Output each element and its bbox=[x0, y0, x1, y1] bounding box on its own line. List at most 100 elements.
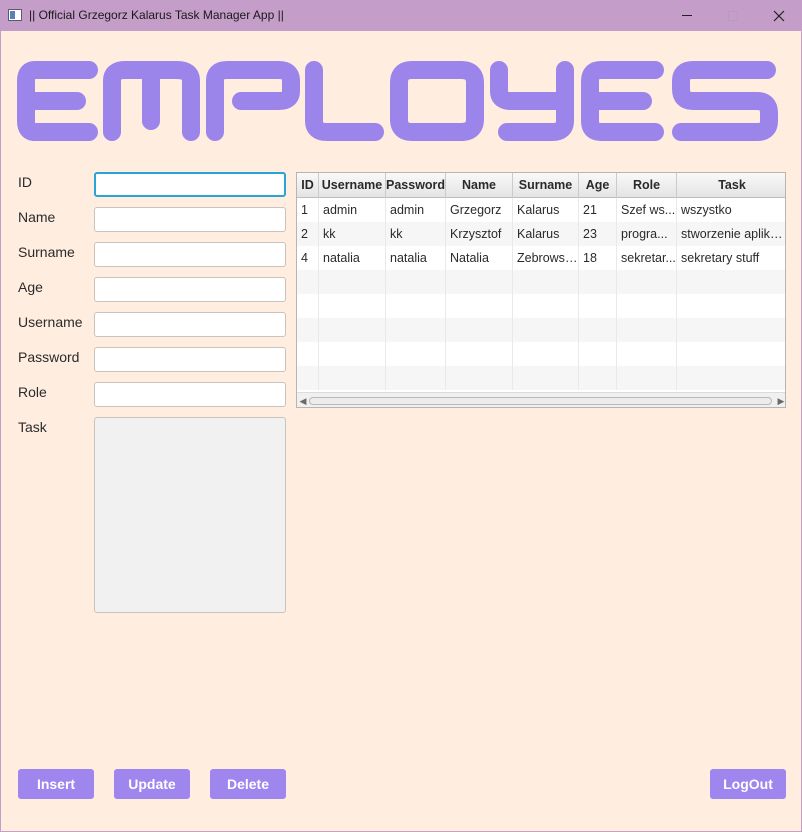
empty-cell bbox=[446, 294, 513, 318]
column-header-surname[interactable]: Surname bbox=[513, 173, 579, 198]
cell-password: admin bbox=[386, 198, 446, 222]
empty-cell bbox=[677, 270, 785, 294]
empty-row bbox=[297, 270, 785, 294]
empty-cell bbox=[386, 294, 446, 318]
empty-cell bbox=[297, 294, 319, 318]
scroll-right-icon[interactable]: ▶ bbox=[776, 395, 785, 407]
empty-cell bbox=[446, 270, 513, 294]
employees-banner bbox=[17, 61, 778, 141]
column-header-id[interactable]: ID bbox=[297, 173, 319, 198]
cell-age: 23 bbox=[579, 222, 617, 246]
age-field[interactable] bbox=[94, 277, 286, 302]
scroll-left-icon[interactable]: ◀ bbox=[298, 395, 308, 407]
title-bar: || Official Grzegorz Kalarus Task Manage… bbox=[0, 0, 802, 31]
empty-cell bbox=[617, 294, 677, 318]
cell-role: sekretar... bbox=[617, 246, 677, 270]
empty-cell bbox=[319, 294, 386, 318]
empty-cell bbox=[297, 342, 319, 366]
cell-name: Natalia bbox=[446, 246, 513, 270]
cell-id: 4 bbox=[297, 246, 319, 270]
empty-cell bbox=[579, 342, 617, 366]
empty-cell bbox=[319, 366, 386, 390]
table-row[interactable]: 1 admin admin Grzegorz Kalarus 21 Szef w… bbox=[297, 198, 785, 222]
delete-button[interactable]: Delete bbox=[210, 769, 286, 799]
cell-task: sekretary stuff bbox=[681, 251, 760, 265]
empty-row bbox=[297, 342, 785, 366]
empty-cell bbox=[446, 318, 513, 342]
column-header-name[interactable]: Name bbox=[446, 173, 513, 198]
role-label: Role bbox=[18, 384, 47, 400]
cell-surname: Zebrowska bbox=[513, 246, 579, 270]
name-field[interactable] bbox=[94, 207, 286, 232]
cell-id: 1 bbox=[297, 198, 319, 222]
empty-cell bbox=[319, 270, 386, 294]
update-button[interactable]: Update bbox=[114, 769, 190, 799]
insert-button[interactable]: Insert bbox=[18, 769, 94, 799]
id-label: ID bbox=[18, 174, 32, 190]
minimize-button[interactable] bbox=[664, 0, 710, 31]
empty-cell bbox=[617, 342, 677, 366]
task-label: Task bbox=[18, 419, 47, 435]
empty-row bbox=[297, 366, 785, 390]
close-button[interactable] bbox=[756, 0, 802, 31]
table-header: ID Username Password Name Surname Age Ro… bbox=[297, 173, 785, 198]
empty-cell bbox=[677, 366, 785, 390]
column-header-password[interactable]: Password bbox=[386, 173, 446, 198]
cell-surname: Kalarus bbox=[513, 198, 579, 222]
minimize-icon bbox=[682, 15, 692, 16]
empty-cell bbox=[297, 366, 319, 390]
empty-cell bbox=[677, 318, 785, 342]
cell-age: 18 bbox=[579, 246, 617, 270]
column-header-role[interactable]: Role bbox=[617, 173, 677, 198]
column-header-task[interactable]: Task bbox=[677, 173, 785, 198]
close-icon bbox=[773, 10, 785, 21]
cell-surname: Kalarus bbox=[513, 222, 579, 246]
main-window-content: ID Name Surname Age Username Password Ro… bbox=[1, 31, 801, 831]
password-label: Password bbox=[18, 349, 80, 365]
horizontal-scrollbar[interactable]: ◀ ▶ bbox=[297, 392, 785, 407]
maximize-button[interactable] bbox=[710, 0, 756, 31]
table-row[interactable]: 2 kk kk Krzysztof Kalarus 23 progra... s… bbox=[297, 222, 785, 246]
empty-cell bbox=[513, 342, 579, 366]
empty-cell bbox=[386, 342, 446, 366]
empty-cell bbox=[446, 342, 513, 366]
empty-cell bbox=[617, 366, 677, 390]
cell-id: 2 bbox=[297, 222, 319, 246]
table-row[interactable]: 4 natalia natalia Natalia Zebrowska 18 s… bbox=[297, 246, 785, 270]
employees-table[interactable]: ID Username Password Name Surname Age Ro… bbox=[296, 172, 786, 408]
empty-cell bbox=[579, 318, 617, 342]
cell-password: natalia bbox=[386, 246, 446, 270]
task-textarea[interactable] bbox=[94, 417, 286, 613]
empty-cell bbox=[446, 366, 513, 390]
cell-username: admin bbox=[319, 198, 386, 222]
window-title: || Official Grzegorz Kalarus Task Manage… bbox=[29, 8, 284, 22]
cell-username: kk bbox=[319, 222, 386, 246]
empty-cell bbox=[513, 270, 579, 294]
cell-password: kk bbox=[386, 222, 446, 246]
empty-cell bbox=[579, 270, 617, 294]
surname-label: Surname bbox=[18, 244, 75, 260]
empty-row bbox=[297, 294, 785, 318]
cell-role: progra... bbox=[617, 222, 677, 246]
cell-role: Szef ws... bbox=[617, 198, 677, 222]
empty-cell bbox=[677, 294, 785, 318]
logout-button[interactable]: LogOut bbox=[710, 769, 786, 799]
cell-name: Grzegorz bbox=[446, 198, 513, 222]
empty-cell bbox=[319, 342, 386, 366]
username-label: Username bbox=[18, 314, 83, 330]
empty-cell bbox=[386, 270, 446, 294]
empty-cell bbox=[617, 318, 677, 342]
surname-field[interactable] bbox=[94, 242, 286, 267]
cell-age: 21 bbox=[579, 198, 617, 222]
empty-cell bbox=[386, 318, 446, 342]
scrollbar-thumb[interactable] bbox=[309, 397, 772, 405]
role-field[interactable] bbox=[94, 382, 286, 407]
empty-cell bbox=[386, 366, 446, 390]
empty-cell bbox=[297, 270, 319, 294]
password-field[interactable] bbox=[94, 347, 286, 372]
username-field[interactable] bbox=[94, 312, 286, 337]
column-header-username[interactable]: Username bbox=[319, 173, 386, 198]
empty-row bbox=[297, 318, 785, 342]
id-field[interactable] bbox=[94, 172, 286, 197]
column-header-age[interactable]: Age bbox=[579, 173, 617, 198]
